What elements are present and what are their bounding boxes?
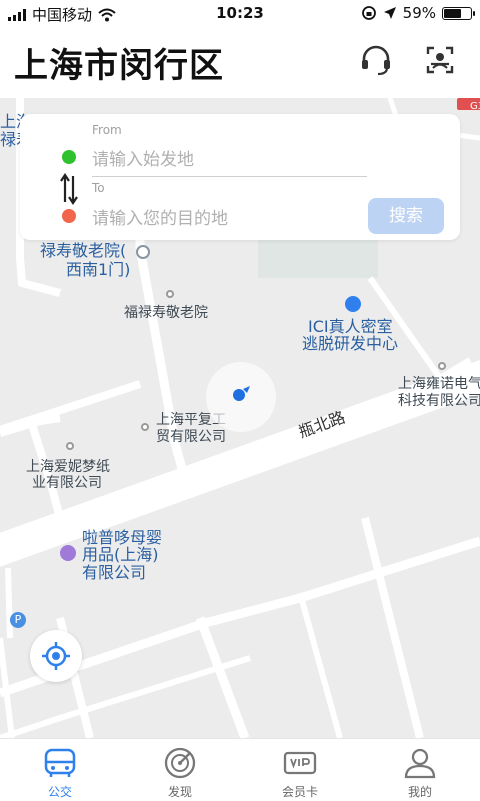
- poi-marker: [141, 423, 149, 431]
- rotation-lock-icon: [361, 6, 376, 20]
- face-scan-icon[interactable]: [420, 40, 460, 80]
- map-label: 西南1门): [66, 260, 131, 279]
- tab-bus[interactable]: 公交: [0, 743, 120, 801]
- poi-marker: [136, 245, 150, 259]
- map-label: 逃脱研发中心: [302, 334, 399, 353]
- discover-icon: [164, 747, 196, 779]
- divider: [92, 176, 367, 177]
- search-button[interactable]: 搜索: [368, 198, 444, 234]
- bottom-tab-bar: 公交 发现 会员卡 我的: [0, 738, 480, 801]
- battery-icon: [442, 6, 475, 20]
- header: 上海市闵行区: [0, 28, 480, 98]
- tab-profile[interactable]: 我的: [360, 743, 480, 801]
- poi-marker: [166, 290, 174, 298]
- route-search-card: From 请输入始发地 To 请输入您的目的地 搜索: [20, 114, 460, 240]
- map-label: 有限公司: [82, 563, 147, 582]
- crosshair-icon: [42, 642, 70, 670]
- swap-icon[interactable]: [58, 172, 80, 206]
- poi-marker: [438, 362, 446, 370]
- destination-dot-icon: [62, 209, 76, 223]
- tab-label: 发现: [167, 785, 192, 799]
- map-label: 业有限公司: [32, 475, 102, 491]
- poi-marker: [66, 442, 74, 450]
- profile-icon: [404, 748, 436, 779]
- destination-input[interactable]: 请输入您的目的地: [92, 204, 228, 229]
- map-label: 上海雍诺电气: [398, 376, 480, 392]
- parking-icon: P: [10, 612, 26, 628]
- battery-percent: 59%: [402, 4, 436, 22]
- user-location-marker: [206, 362, 276, 432]
- to-label: To: [92, 181, 105, 195]
- route-badge: G32: [470, 101, 480, 112]
- tab-discover[interactable]: 发现: [120, 743, 240, 801]
- origin-dot-icon: [62, 150, 76, 164]
- tab-vip-card[interactable]: 会员卡: [240, 743, 360, 801]
- map-label: 禄寿敬老院(: [40, 241, 127, 260]
- origin-input[interactable]: 请输入始发地: [92, 145, 194, 170]
- map-label: 用品(上海): [82, 545, 159, 564]
- status-bar: 中国移动 10:23 59%: [0, 0, 480, 28]
- page-title: 上海市闵行区: [14, 46, 224, 86]
- headset-icon[interactable]: [356, 40, 396, 80]
- shopping-icon: [60, 545, 76, 561]
- tab-label: 公交: [47, 785, 72, 799]
- entertainment-icon: [345, 296, 361, 312]
- vip-card-icon: [283, 751, 317, 775]
- bus-icon: [44, 748, 76, 777]
- from-label: From: [92, 123, 122, 137]
- tab-label: 会员卡: [281, 785, 318, 799]
- location-arrow-icon: [383, 7, 396, 19]
- tab-label: 我的: [407, 785, 432, 799]
- locate-me-button[interactable]: [30, 630, 82, 682]
- map-label: 科技有限公司: [398, 393, 480, 409]
- map-label: 福禄寿敬老院: [124, 305, 208, 321]
